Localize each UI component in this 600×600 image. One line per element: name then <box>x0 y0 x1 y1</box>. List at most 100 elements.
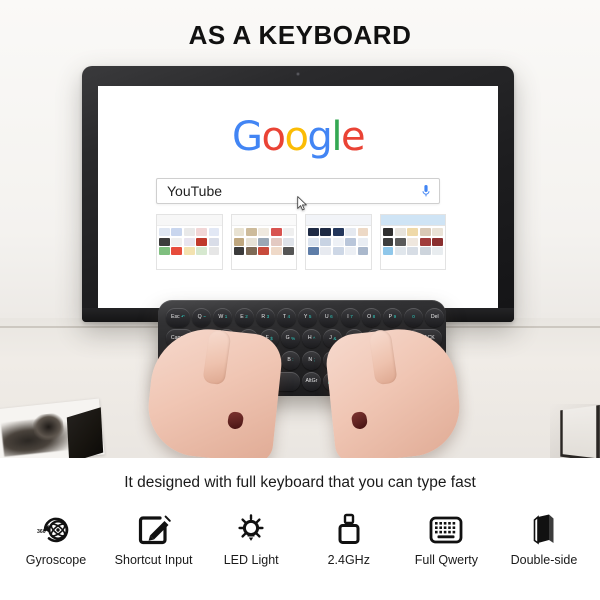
key[interactable]: I7 <box>340 308 360 327</box>
key-label: G <box>285 335 290 342</box>
keyboard-row: Esc ↶ Q ~ W 1 E 2 R 3 T 4 Y 5 U 6 I 7 O 8 P 9 0 Del <box>166 308 445 327</box>
key[interactable]: T4 <box>276 308 296 327</box>
key-alt-label: 5 <box>308 314 312 320</box>
key-alt-label: 8 <box>372 314 376 320</box>
feature-label: Full Qwerty <box>414 553 478 567</box>
key-label: J <box>329 335 332 342</box>
result-thumbnail[interactable] <box>305 214 372 270</box>
feature-label: Shortcut Input <box>114 553 193 567</box>
key-alt-label: ^ <box>313 335 316 341</box>
logo-letter-G: G <box>231 114 263 160</box>
feature-label: 2.4GHz <box>327 553 370 567</box>
key[interactable]: W1 <box>213 308 233 327</box>
feature-gyroscope: 360 Gyroscope <box>8 510 104 567</box>
key-label: T <box>282 313 286 320</box>
key[interactable]: AltGr <box>301 372 321 392</box>
feature-24ghz: 2.4GHz <box>301 510 397 567</box>
key[interactable]: U6 <box>319 308 339 327</box>
search-input[interactable]: YouTube <box>156 178 440 211</box>
key-alt-label: 7 <box>350 314 353 320</box>
key-label: W <box>218 313 224 320</box>
key-label: Y <box>303 313 308 320</box>
feature-label: Gyroscope <box>25 553 87 567</box>
key-alt-label: 2 <box>245 314 248 320</box>
monitor: Google YouTube <box>82 66 514 322</box>
monitor-screen: Google YouTube <box>98 86 498 308</box>
led-light-icon <box>203 510 299 550</box>
key-label: H <box>307 335 312 342</box>
page-title: AS A KEYBOARD <box>188 20 412 50</box>
mouse-cursor <box>297 196 307 211</box>
image-results-row <box>156 214 446 270</box>
key-label: Del <box>430 313 439 320</box>
key-alt-label: 0 <box>412 314 415 320</box>
feature-list: 360 Gyroscope Shortcut Input LED Light 2… <box>8 510 592 567</box>
key[interactable]: E2 <box>234 308 254 327</box>
key[interactable]: Del <box>425 308 445 327</box>
feature-label: Double-side <box>510 553 578 567</box>
key[interactable]: H ^ <box>302 329 322 349</box>
key-label: N <box>308 356 313 363</box>
logo-letter-e: e <box>340 114 366 160</box>
usb-dongle-icon <box>301 510 397 550</box>
logo-letter-l: l <box>331 114 342 160</box>
google-logo: Google <box>98 114 498 160</box>
key-label: U <box>324 313 329 320</box>
key[interactable]: P9 <box>382 308 402 327</box>
hero-photo: AS A KEYBOARD Google YouTube Esc ↶ Q ~ W… <box>0 0 600 458</box>
double-side-icon <box>496 510 592 550</box>
key-alt-label: 6 <box>330 314 333 320</box>
key-alt-label: ↶ <box>181 314 185 320</box>
key-label: E <box>240 313 244 320</box>
key-label: R <box>261 313 266 320</box>
key-alt-label: % <box>291 335 296 341</box>
key[interactable]: N; <box>302 350 322 370</box>
feature-double-side: Double-side <box>496 510 592 567</box>
key-label: I <box>347 313 349 320</box>
desk-prop-right <box>550 404 600 458</box>
product-feature-image: AS A KEYBOARD Google YouTube Esc ↶ Q ~ W… <box>0 0 600 600</box>
desk-prop-block <box>66 407 104 458</box>
feature-full-qwerty: Full Qwerty <box>398 510 494 567</box>
key-alt-label: 4 <box>287 314 291 320</box>
key-alt-label: 9 <box>393 314 397 320</box>
result-thumbnail[interactable] <box>156 214 223 270</box>
result-thumbnail[interactable] <box>230 214 297 270</box>
key[interactable]: R3 <box>255 308 275 327</box>
photo-ink-blur-2 <box>32 412 65 442</box>
gyroscope-icon: 360 <box>8 510 104 550</box>
key[interactable]: G% <box>280 329 300 349</box>
feature-label: LED Light <box>223 553 279 567</box>
key[interactable]: B: <box>280 350 300 370</box>
feature-led-light: LED Light <box>203 510 299 567</box>
key-alt-label: 3 <box>266 314 270 320</box>
key-label: Esc <box>170 313 180 320</box>
key[interactable]: Esc ↶ <box>166 308 190 327</box>
result-thumbnail[interactable] <box>379 214 446 270</box>
key[interactable]: O8 <box>361 308 381 327</box>
logo-letter-g: g <box>307 114 332 160</box>
key-label: B <box>287 356 291 363</box>
key-label: Q <box>197 313 202 320</box>
key-label: P <box>388 313 393 320</box>
gyroscope-badge-360: 360 <box>37 529 46 535</box>
key[interactable]: Q ~ <box>192 308 212 327</box>
key-label: O <box>367 313 372 320</box>
microphone-icon[interactable] <box>422 184 430 200</box>
key-alt-label: : <box>292 356 294 362</box>
logo-letter-o1: o <box>261 114 285 160</box>
key-alt-label: ; <box>313 356 315 362</box>
shortcut-input-icon <box>106 510 202 550</box>
webcam-icon <box>296 72 300 76</box>
key-alt-label: 1 <box>224 314 228 320</box>
logo-letter-o2: o <box>284 114 308 160</box>
full-qwerty-icon <box>398 510 494 550</box>
key[interactable]: Y5 <box>298 308 318 327</box>
tagline: It designed with full keyboard that you … <box>124 474 476 491</box>
key[interactable]: 0 <box>404 308 424 327</box>
key-label: AltGr <box>305 378 318 385</box>
key-alt-label: ~ <box>203 314 206 320</box>
feature-section: It designed with full keyboard that you … <box>0 458 600 600</box>
search-query-text: YouTube <box>167 183 223 199</box>
feature-shortcut-input: Shortcut Input <box>106 510 202 567</box>
